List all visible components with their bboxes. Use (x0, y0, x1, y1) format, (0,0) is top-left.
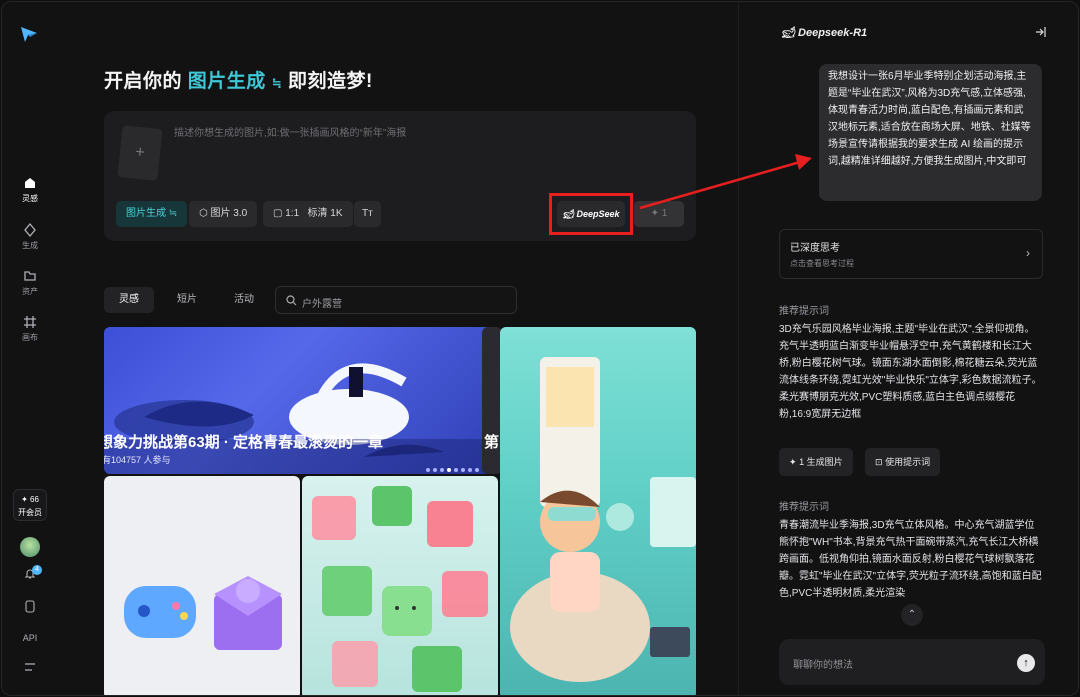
ratio-quality-select[interactable]: ▢ 1:1 标清 1K (263, 201, 353, 227)
chevron-right-icon: › (1026, 246, 1030, 260)
search-icon (286, 295, 297, 306)
recommended-prompt: 3D充气乐园风格毕业海报,主题"毕业在武汉",全景仰视角。充气半透明蓝白渐变毕业… (779, 324, 1042, 420)
square-icon: ▢ (273, 208, 283, 219)
api-link[interactable]: API (2, 633, 58, 643)
rail-item-label: 资产 (22, 287, 38, 296)
generate-button[interactable]: ✦ 1 (634, 201, 684, 227)
search-placeholder: 户外露营 (302, 299, 342, 310)
gallery-card-fridge-girl[interactable] (500, 327, 696, 695)
vip-label: 开会员 (18, 508, 42, 517)
gallery-card-gamepad[interactable] (104, 476, 300, 695)
title-prefix: 开启你的 (104, 71, 183, 92)
text-style-button[interactable]: Tт (354, 201, 381, 227)
swap-icon: ≒ (271, 76, 283, 90)
search-input[interactable]: 户外露营 (275, 286, 517, 314)
rail-item-inspiration[interactable]: 灵感 (2, 176, 58, 204)
deep-think-toggle[interactable]: 已深度思考 点击查看思考过程 › (779, 229, 1043, 279)
gallery-card-watermelon[interactable] (302, 476, 498, 695)
assistant-title: 🐋︎ Deepseek-R1 (781, 26, 867, 39)
prompt-input[interactable]: 描述你想生成的图片,如:做一张插画风格的“新年”海报 (174, 124, 406, 139)
notification-badge: 4 (32, 565, 42, 575)
main-area: 开启你的 图片生成 ≒ 即刻造梦! + 描述你想生成的图片,如:做一张插画风格的… (58, 2, 738, 695)
title-accent: 图片生成 ≒ (188, 71, 282, 92)
deepseek-highlight: 🐋︎ DeepSeek (549, 193, 633, 235)
user-message: 我想设计一张6月毕业季特别企划活动海报,主题是“毕业在武汉”,风格为3D充气感,… (819, 64, 1042, 201)
think-title: 已深度思考 (790, 243, 840, 254)
banner-title: 想象力挑战第63期 · 定格青春最滚烫的一章 (104, 434, 384, 451)
sparkle-icon: ✦ (650, 208, 660, 219)
avatar[interactable] (20, 537, 40, 557)
folder-icon (24, 271, 36, 281)
rail-item-label: 生成 (22, 241, 38, 250)
sparkle-diamond-icon (24, 223, 36, 237)
mode-select[interactable]: 图片生成 ≒ (116, 201, 188, 227)
collapse-panel-icon[interactable] (1034, 26, 1046, 38)
tab-events[interactable]: 活动 (219, 287, 269, 313)
tab-shorts[interactable]: 短片 (162, 287, 212, 313)
think-subtitle: 点击查看思考过程 (790, 259, 854, 268)
deepseek-button[interactable]: 🐋︎ DeepSeek (557, 201, 625, 227)
rail-item-assets[interactable]: 资产 (2, 269, 58, 297)
title-accent-text: 图片生成 (187, 71, 266, 92)
chat-input[interactable]: 聊聊你的想法 ↑ (779, 639, 1045, 685)
left-rail: 灵感 生成 资产 画布 ✦ 66 开会员 4 API (2, 2, 58, 695)
upload-image-button[interactable]: + (117, 125, 163, 181)
model-select[interactable]: ⬡ 图片 3.0 (189, 201, 258, 227)
assistant-panel: 🐋︎ Deepseek-R1 我想设计一张6月毕业季特别企划活动海报,主题是“毕… (738, 2, 1078, 695)
fridge-girl-illustration (510, 357, 696, 682)
recommended-prompt: 青春潮流毕业季海报,3D充气立体风格。中心充气湖蓝学位熊怀抱"WH"书本,背景充… (779, 520, 1042, 599)
mode-label: 图片生成 (126, 208, 166, 219)
generate-cost: 1 (661, 208, 668, 219)
gamepad-envelope-illustration (124, 576, 282, 650)
page-title: 开启你的 图片生成 ≒ 即刻造梦! (104, 66, 373, 93)
send-arrow-icon[interactable]: ↑ (1017, 654, 1035, 672)
sparkle-icon: ✦ (789, 457, 797, 467)
rail-item-label: 画布 (22, 333, 38, 342)
menu-icon[interactable] (2, 662, 58, 674)
title-suffix: 即刻造梦! (287, 71, 373, 92)
generate-image-label: 1 生成图片 (799, 457, 843, 467)
bell-icon[interactable] (2, 568, 58, 582)
rail-item-label: 灵感 (22, 194, 38, 203)
event-banner[interactable]: 想象力挑战第63期 · 定格青春最滚烫的一章 有104757 人参与 (104, 327, 496, 474)
recommended-label: 推荐提示词 (779, 502, 829, 513)
ratio-label: 1:1 (285, 208, 300, 219)
use-prompt-label: 使用提示词 (885, 457, 931, 467)
home-icon (25, 178, 35, 188)
canvas-frame-icon (24, 316, 36, 328)
scroll-up-button[interactable]: ⌃ (901, 604, 923, 626)
whale-icon: 🐋︎ (781, 27, 795, 39)
assistant-title-text: Deepseek-R1 (798, 27, 868, 39)
chat-placeholder: 聊聊你的想法 (793, 660, 853, 671)
whale-icon: 🐋︎ (562, 209, 574, 219)
carousel-dots[interactable] (426, 459, 482, 474)
cube-icon: ⬡ (199, 208, 208, 219)
vip-button[interactable]: ✦ 66 开会员 (13, 489, 47, 521)
copy-icon: ⊡ (875, 457, 883, 467)
watermelon-cubes-illustration (312, 486, 488, 692)
tab-inspiration[interactable]: 灵感 (104, 287, 154, 313)
inspiration-gallery: 想象力挑战第63期 · 定格青春最滚烫的一章 有104757 人参与 第 (104, 327, 696, 695)
rail-item-generate[interactable]: 生成 (2, 223, 58, 251)
model-label: 图片 3.0 (210, 208, 248, 219)
prompt-composer: + 描述你想生成的图片,如:做一张插画风格的“新年”海报 图片生成 ≒ ⬡ 图片… (104, 111, 696, 241)
quality-label: 标清 1K (307, 208, 343, 219)
banner-participants: 有104757 人参与 (104, 455, 171, 465)
rail-item-canvas[interactable]: 画布 (2, 315, 58, 343)
vip-points: ✦ 66 (21, 495, 39, 504)
generate-image-button[interactable]: ✦ 1 生成图片 (779, 448, 853, 476)
deepseek-label: DeepSeek (576, 209, 620, 219)
next-banner-title: 第 (484, 434, 500, 451)
app-logo-icon[interactable] (19, 24, 39, 44)
use-prompt-button[interactable]: ⊡ 使用提示词 (865, 448, 941, 476)
recommended-label: 推荐提示词 (779, 306, 829, 317)
next-banner-peek[interactable]: 第 (482, 327, 502, 474)
app-window: 灵感 生成 资产 画布 ✦ 66 开会员 4 API 开启你的 图片生成 ≒ 即… (1, 1, 1079, 696)
phone-icon[interactable] (2, 600, 58, 615)
